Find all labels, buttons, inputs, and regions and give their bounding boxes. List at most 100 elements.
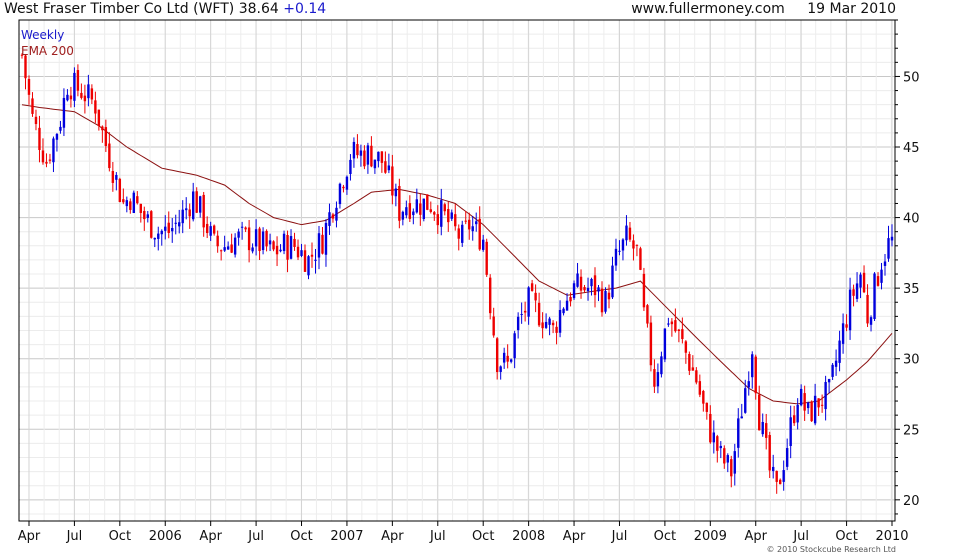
candle-body [272,241,275,250]
x-tick-label: Apr [18,529,41,544]
candle [765,413,768,450]
candle-body [475,221,478,225]
x-tick-label: 2010 [875,529,908,544]
candle-body [621,239,625,251]
candle-body [772,466,775,472]
candle-body [597,287,600,292]
candle [646,303,649,328]
candle-body [499,366,502,372]
candle-body [157,233,160,239]
candle-body [447,209,450,223]
candle [530,279,534,292]
candle [447,201,450,232]
candle [855,272,859,302]
candle-body [198,196,202,213]
candle-body [408,203,412,219]
candle-body [726,455,729,463]
candle [289,229,293,260]
candle [185,197,188,220]
candle-body [370,145,373,167]
candle-body [153,237,156,240]
candle-body [419,203,422,215]
x-tick-label: Jul [247,529,264,544]
candle [62,88,66,137]
candle-body [226,246,230,250]
candle [338,182,342,209]
candle-body [478,218,481,250]
candle-body [34,116,38,125]
candle [27,75,31,105]
candle-body [129,201,132,210]
candle-body [674,320,677,332]
candle-body [398,186,401,221]
candle-body [405,207,408,216]
candle [883,253,887,276]
candle-body [104,127,108,147]
candle-body [436,214,439,226]
candle-body [866,294,869,324]
candle [387,153,391,174]
candle-body [87,84,90,99]
candle [408,195,412,223]
candle-body [639,248,642,270]
candle [513,330,516,369]
candle-body [565,300,569,311]
candle-body [744,388,747,413]
candle-body [691,367,695,371]
candle-body [702,390,705,404]
candle-body [684,341,688,353]
candle [317,225,321,270]
candle-body [775,470,778,482]
candle [412,208,415,225]
candle-body [572,283,576,299]
candle [558,300,562,338]
candle-body [268,240,272,245]
candle-body [391,166,394,196]
candle [167,211,170,239]
candle [642,267,646,312]
legend-ema: EMA 200 [21,44,74,58]
candle [754,354,757,400]
candle [440,188,443,236]
candle [806,401,810,414]
candle-body [513,333,516,359]
candle [492,307,495,338]
candle [303,244,307,272]
candle [478,206,481,251]
candle [24,54,27,90]
candle-body [688,354,691,371]
candle-body [667,323,670,325]
candle [272,240,275,252]
candle-body [670,321,674,325]
candle-body [342,186,345,189]
candle-body [468,219,471,230]
candle [691,355,695,371]
candle-body [212,225,216,234]
candle-body [579,276,583,291]
candle-body [740,416,743,419]
candle [593,267,597,308]
candle [485,238,488,277]
candle-body [366,145,370,165]
candle-body [450,212,453,219]
candle-body [593,275,597,296]
candle-body [317,233,321,258]
candle [275,236,279,267]
candle-body [737,418,740,448]
candle [366,142,370,174]
candle-body [41,150,45,163]
candle [576,262,579,288]
candle-body [377,151,380,162]
candle-body [373,159,377,169]
candle [209,221,212,242]
candle [202,191,205,237]
candle-body [45,161,48,164]
y-tick-label: 50 [903,70,920,85]
candle-body [240,226,244,228]
candle-body [258,228,261,251]
candle [583,284,586,293]
candle [747,371,750,396]
candle [132,190,136,214]
candle-body [303,250,307,272]
candle [349,154,352,181]
